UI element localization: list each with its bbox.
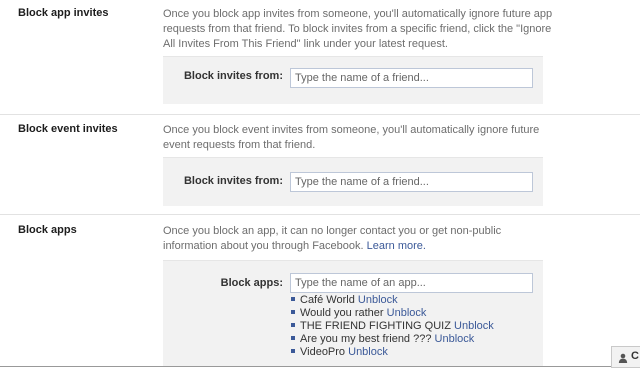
unblock-link[interactable]: Unblock bbox=[358, 294, 398, 306]
unblock-link[interactable]: Unblock bbox=[454, 320, 494, 332]
section-title-block-event-invites: Block event invites bbox=[18, 123, 118, 135]
bullet-icon bbox=[291, 323, 295, 328]
blocked-app-name: Are you my best friend ??? bbox=[300, 333, 432, 345]
blocked-app-item: Are you my best friend ??? Unblock bbox=[291, 333, 494, 346]
block-invites-from-label: Block invites from: bbox=[183, 175, 283, 187]
blocked-app-item: Café World Unblock bbox=[291, 294, 494, 307]
block-invites-from-label: Block invites from: bbox=[183, 70, 283, 82]
blocked-app-item: VideoPro Unblock bbox=[291, 346, 494, 359]
chat-label: C bbox=[631, 350, 639, 362]
section-title-block-apps: Block apps bbox=[18, 224, 77, 236]
block-apps-label: Block apps: bbox=[220, 277, 283, 289]
block-apps-panel: Block apps: Café World Unblock Would you… bbox=[163, 260, 543, 367]
bullet-icon bbox=[291, 336, 295, 341]
section-description-block-apps: Once you block an app, it can no longer … bbox=[163, 224, 553, 254]
person-icon bbox=[618, 353, 628, 363]
block-apps-input[interactable] bbox=[290, 273, 533, 293]
bottom-edge bbox=[0, 366, 611, 370]
section-divider bbox=[0, 214, 640, 215]
blocked-app-item: Would you rather Unblock bbox=[291, 307, 494, 320]
section-title-block-app-invites: Block app invites bbox=[18, 7, 109, 19]
learn-more-link[interactable]: Learn more. bbox=[367, 240, 426, 252]
unblock-link[interactable]: Unblock bbox=[435, 333, 475, 345]
bullet-icon bbox=[291, 297, 295, 302]
section-description-block-event-invites: Once you block event invites from someon… bbox=[163, 124, 540, 151]
block-app-invites-panel: Block invites from: bbox=[163, 56, 543, 104]
bullet-icon bbox=[291, 310, 295, 315]
blocked-app-name: Café World bbox=[300, 294, 355, 306]
bullet-icon bbox=[291, 349, 295, 354]
block-app-invites-friend-input[interactable] bbox=[290, 68, 533, 88]
block-apps-description-text: Once you block an app, it can no longer … bbox=[163, 225, 502, 252]
section-description-block-app-invites: Once you block app invites from someone,… bbox=[163, 8, 553, 50]
blocked-app-item: THE FRIEND FIGHTING QUIZ Unblock bbox=[291, 320, 494, 333]
blocked-app-name: Would you rather bbox=[300, 307, 384, 319]
blocked-app-name: VideoPro bbox=[300, 346, 346, 358]
unblock-link[interactable]: Unblock bbox=[387, 307, 427, 319]
chat-tab[interactable]: C bbox=[611, 346, 640, 368]
block-event-invites-friend-input[interactable] bbox=[290, 172, 533, 192]
blocked-app-name: THE FRIEND FIGHTING QUIZ bbox=[300, 320, 451, 332]
section-divider bbox=[0, 114, 640, 115]
privacy-blocking-page: Block app invites Once you block app inv… bbox=[0, 0, 640, 370]
unblock-link[interactable]: Unblock bbox=[348, 346, 388, 358]
blocked-apps-list: Café World Unblock Would you rather Unbl… bbox=[291, 294, 494, 359]
block-event-invites-panel: Block invites from: bbox=[163, 157, 543, 206]
